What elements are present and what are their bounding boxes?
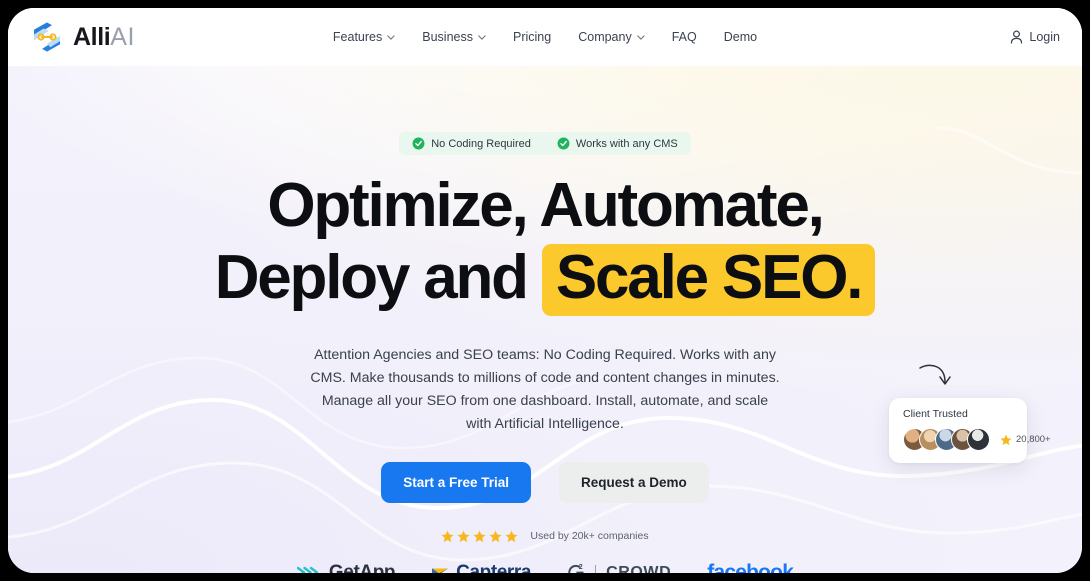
page-title: Optimize, Automate, Deploy and Scale SEO… [215, 170, 876, 316]
headline-prefix: Deploy and [214, 242, 542, 312]
start-free-trial-button[interactable]: Start a Free Trial [381, 461, 532, 503]
nav-item-label: Company [578, 30, 632, 44]
svg-text:2: 2 [579, 565, 583, 572]
nav-item-label: Pricing [513, 30, 552, 44]
client-trusted-count-label: 20,800+ [1016, 434, 1051, 445]
star-icon [505, 530, 518, 542]
user-icon [1011, 30, 1023, 44]
nav-item-label: FAQ [671, 30, 697, 44]
star-icon [489, 530, 502, 542]
star-icon [1000, 434, 1012, 445]
partner-logos: GetApp Capterra 2 CROWD facebook [296, 560, 794, 573]
brand-name-bold: Alli [73, 22, 111, 51]
check-circle-icon [557, 137, 570, 150]
headline-line-1: Optimize, Automate, [267, 171, 824, 240]
partner-getapp[interactable]: GetApp [296, 561, 396, 573]
check-circle-icon [412, 137, 425, 150]
brand-name-light: AI [110, 22, 135, 51]
hero-subtext: Attention Agencies and SEO teams: No Cod… [310, 346, 780, 432]
g2crowd-icon: 2 [568, 565, 584, 573]
partner-facebook[interactable]: facebook [707, 560, 794, 573]
client-trusted-widget: Client Trusted 20,800+ [889, 364, 1051, 463]
rating-label: Used by 20k+ companies [530, 530, 649, 543]
request-demo-button[interactable]: Request a Demo [559, 461, 709, 503]
nav-item-label: Demo [723, 30, 758, 44]
nav-item-company[interactable]: Company [578, 30, 645, 44]
chevron-down-icon [387, 34, 395, 40]
nav-item-pricing[interactable]: Pricing [513, 30, 551, 44]
rating-row: Used by 20k+ companies [441, 530, 649, 543]
g2-divider [595, 565, 597, 573]
star-icon [457, 530, 470, 542]
badge-label: No Coding Required [431, 137, 531, 150]
login-button[interactable]: Login [1010, 30, 1060, 44]
capterra-arrow-icon [432, 568, 449, 573]
client-trusted-card: Client Trusted 20,800+ [889, 398, 1051, 463]
partner-name: Capterra [456, 561, 532, 573]
badge-label: Works with any CMS [575, 137, 678, 150]
nav-item-faq[interactable]: FAQ [672, 30, 697, 44]
top-navigation-bar: Alli AI Features Business Pricing Compan… [8, 8, 1082, 66]
login-label: Login [1029, 30, 1060, 44]
star-rating [441, 530, 518, 543]
avatar [967, 428, 990, 451]
brand-logo[interactable]: Alli AI [30, 20, 135, 54]
partner-name: CROWD [606, 563, 672, 573]
getapp-chevrons-icon [296, 567, 319, 573]
avatar-group [903, 428, 990, 451]
badge-works-with-any-cms: Works with any CMS [557, 137, 678, 150]
client-trusted-count: 20,800+ [1000, 434, 1051, 446]
headline-line-2: Deploy and Scale SEO. [215, 242, 876, 316]
curved-arrow-icon [919, 364, 951, 385]
alliai-hexagon-logo-icon [32, 21, 62, 53]
badge-no-coding-required: No Coding Required [412, 137, 531, 150]
partner-name: facebook [707, 560, 794, 573]
headline-highlight: Scale SEO. [541, 243, 876, 316]
client-trusted-row: 20,800+ [903, 428, 1051, 451]
star-icon [441, 530, 454, 542]
chevron-down-icon [636, 34, 645, 40]
nav-item-features[interactable]: Features [333, 30, 395, 44]
browser-frame: Alli AI Features Business Pricing Compan… [8, 8, 1082, 573]
nav-item-label: Business [422, 30, 473, 44]
hero-section: No Coding Required Works with any CMS Op… [8, 66, 1082, 573]
cta-buttons: Start a Free Trial Request a Demo [381, 461, 709, 503]
chevron-down-icon [478, 34, 486, 40]
brand-wordmark: Alli AI [73, 23, 135, 52]
nav-item-demo[interactable]: Demo [724, 30, 757, 44]
nav-links: Features Business Pricing Company FAQ De… [333, 30, 757, 44]
partner-name: GetApp [328, 561, 396, 573]
partner-g2crowd[interactable]: 2 CROWD [567, 563, 671, 573]
nav-item-label: Features [332, 30, 383, 44]
partner-capterra[interactable]: Capterra [431, 562, 531, 573]
nav-item-business[interactable]: Business [422, 30, 486, 44]
feature-badges: No Coding Required Works with any CMS [399, 132, 691, 155]
client-trusted-title: Client Trusted [903, 408, 968, 420]
star-icon [473, 530, 486, 542]
